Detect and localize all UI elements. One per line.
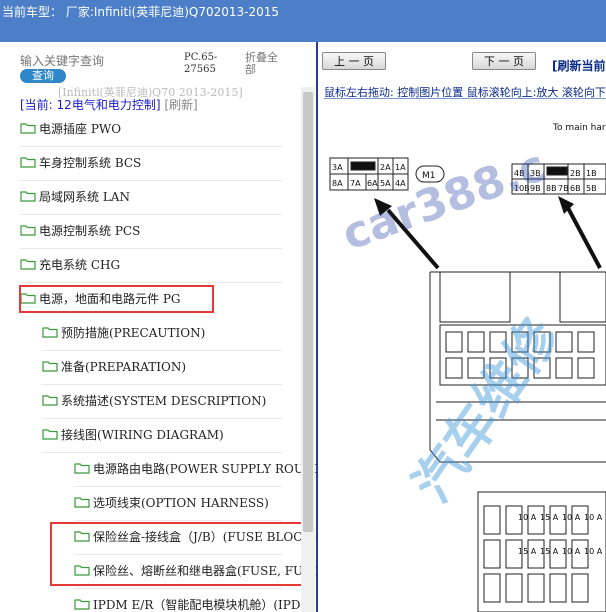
highlight-box-pg <box>19 285 214 313</box>
tree-item[interactable]: 准备(PREPARATION) <box>42 354 300 378</box>
left-panel: 查询 PC.65-27565 折叠全部 [Infiniti(英菲尼迪)Q70 2… <box>0 42 318 612</box>
current-suffix: ] <box>155 98 161 112</box>
tree-item[interactable]: 充电系统 CHG <box>20 252 300 276</box>
folder-icon <box>20 191 36 202</box>
tree-item-label: 预防措施(PRECAUTION) <box>61 325 206 340</box>
tree-item[interactable]: 电源控制系统 PCS <box>20 218 300 242</box>
fuse-box-diagram[interactable]: 3A 2A 1A 8A 7A 6A 5A 4A M1 4B 3B 2B 1B 10B 9B 8B 7B 6B 5… <box>318 120 606 612</box>
tree-item[interactable]: 局域网系统 LAN <box>20 184 300 208</box>
next-page-label: 下 一 页 <box>484 55 524 68</box>
window-title: 当前车型： 厂家:Infiniti(英菲尼迪)Q702013-2015 <box>2 5 280 19</box>
current-path: [当前: 12电气和电力控制] [刷新] <box>20 96 198 113</box>
tree-separator <box>74 588 282 589</box>
tree-separator <box>20 180 282 181</box>
folder-icon <box>42 395 58 406</box>
viewer-hint: 鼠标左右拖动: 控制图片位置 鼠标滚轮向上:放大 滚轮向下:缩小 <box>324 86 606 99</box>
tree-separator <box>42 350 282 351</box>
search-button[interactable]: 查询 <box>20 69 66 83</box>
tree-item-label: 电源控制系统 PCS <box>39 223 141 238</box>
tree-separator <box>42 452 282 453</box>
fuse-amp-label: 15 A <box>518 547 537 556</box>
relay-pin-label: 2B <box>570 169 581 178</box>
fuse-amp-label: 15 A <box>540 547 559 556</box>
tree-item-label: 车身控制系统 BCS <box>39 155 142 170</box>
relay-pin-label: 8A <box>332 179 343 188</box>
fuse-amp-label: 10 A <box>518 513 537 522</box>
tree-separator <box>74 520 282 521</box>
folder-icon <box>20 225 36 236</box>
tree-item[interactable]: 电源路由电路(POWER SUPPLY ROUTING CIRCUIT) <box>74 456 318 480</box>
folder-icon <box>20 157 36 168</box>
fuse-amp-label: 10 A <box>584 547 603 556</box>
prev-page-label: 上 一 页 <box>334 55 374 68</box>
version-label: PC.65-27565 <box>184 52 218 75</box>
relay-pin-label: 3A <box>332 163 343 172</box>
relay-pin-label: 7B <box>558 184 569 193</box>
folder-icon <box>42 429 58 440</box>
folder-icon <box>74 599 90 610</box>
next-page-button[interactable]: 下 一 页 <box>472 52 536 70</box>
collapse-all-link[interactable]: 折叠全部 <box>245 52 287 76</box>
viewer-refresh-link[interactable]: [刷新当前 <box>552 57 606 74</box>
tree-item[interactable]: 预防措施(PRECAUTION) <box>42 320 300 344</box>
tree-item-label: 准备(PREPARATION) <box>61 359 186 374</box>
fuse-amp-label: 10 A <box>562 513 581 522</box>
tree-item-label: 电源插座 PWO <box>39 121 122 136</box>
relay-pin-label: 5B <box>586 184 597 193</box>
relay-pin-label: 6B <box>570 184 581 193</box>
folder-icon <box>74 497 90 508</box>
tree-item-label: 局域网系统 LAN <box>39 189 130 204</box>
tree-item-label: 选项线束(OPTION HARNESS) <box>93 495 269 510</box>
title-bar: 当前车型： 厂家:Infiniti(英菲尼迪)Q702013-2015 <box>0 0 606 42</box>
tree-separator <box>20 146 282 147</box>
highlight-box-fuse <box>50 522 310 586</box>
current-value: 12电气和电力控制 <box>56 98 156 112</box>
tree-item[interactable]: 选项线束(OPTION HARNESS) <box>74 490 300 514</box>
folder-icon <box>42 361 58 372</box>
relay-pin-label: 1A <box>395 163 406 172</box>
folder-icon <box>74 463 90 474</box>
tree-item-label: 系统描述(SYSTEM DESCRIPTION) <box>61 393 267 408</box>
fuse-amp-label: 10 A <box>584 513 603 522</box>
folder-icon <box>20 123 36 134</box>
tree-item-label: 接线图(WIRING DIAGRAM) <box>61 427 224 442</box>
current-refresh-link[interactable]: [刷新] <box>164 98 197 112</box>
fuse-amp-label: 10 A <box>562 547 581 556</box>
tree-separator <box>20 214 282 215</box>
viewer-toolbar: 上 一 页 下 一 页 [刷新当前 <box>318 42 606 82</box>
folder-icon <box>20 259 36 270</box>
tree-item[interactable]: 电源插座 PWO <box>20 116 300 140</box>
diagram-caption: To main har <box>553 123 606 133</box>
tree-separator <box>20 248 282 249</box>
tree-item-label: 充电系统 CHG <box>39 257 121 272</box>
prev-page-button[interactable]: 上 一 页 <box>322 52 386 70</box>
tree-separator <box>42 384 282 385</box>
relay-pin-label: 6A <box>367 179 378 188</box>
tree-item[interactable]: 接线图(WIRING DIAGRAM) <box>42 422 300 446</box>
viewer-panel: 上 一 页 下 一 页 [刷新当前 鼠标左右拖动: 控制图片位置 鼠标滚轮向上:… <box>318 42 606 612</box>
relay-pin-label: 5A <box>380 179 391 188</box>
folder-icon <box>42 327 58 338</box>
tree-item-label: 电源路由电路(POWER SUPPLY ROUTING CIRCUIT) <box>93 461 318 476</box>
scrollbar-thumb[interactable] <box>303 92 313 532</box>
tree-separator <box>42 418 282 419</box>
fuse-amp-label: 15 A <box>540 513 559 522</box>
current-prefix: [当前: <box>20 98 57 112</box>
tree-separator <box>20 282 282 283</box>
tree-item[interactable]: IPDM E/R（智能配电模块机舱）(IPDM E/R) <box>74 592 318 612</box>
tree-item[interactable]: 系统描述(SYSTEM DESCRIPTION) <box>42 388 300 412</box>
tree-item[interactable]: 车身控制系统 BCS <box>20 150 300 174</box>
tree-separator <box>74 486 282 487</box>
search-area: 查询 PC.65-27565 折叠全部 [Infiniti(英菲尼迪)Q70 2… <box>0 42 318 99</box>
relay-pin-label: 2A <box>380 163 391 172</box>
relay-pin-label: 7A <box>350 179 361 188</box>
search-input[interactable] <box>20 54 175 68</box>
relay-pin-label: 1B <box>586 169 597 178</box>
tree-item-label: IPDM E/R（智能配电模块机舱）(IPDM E/R) <box>93 597 318 612</box>
